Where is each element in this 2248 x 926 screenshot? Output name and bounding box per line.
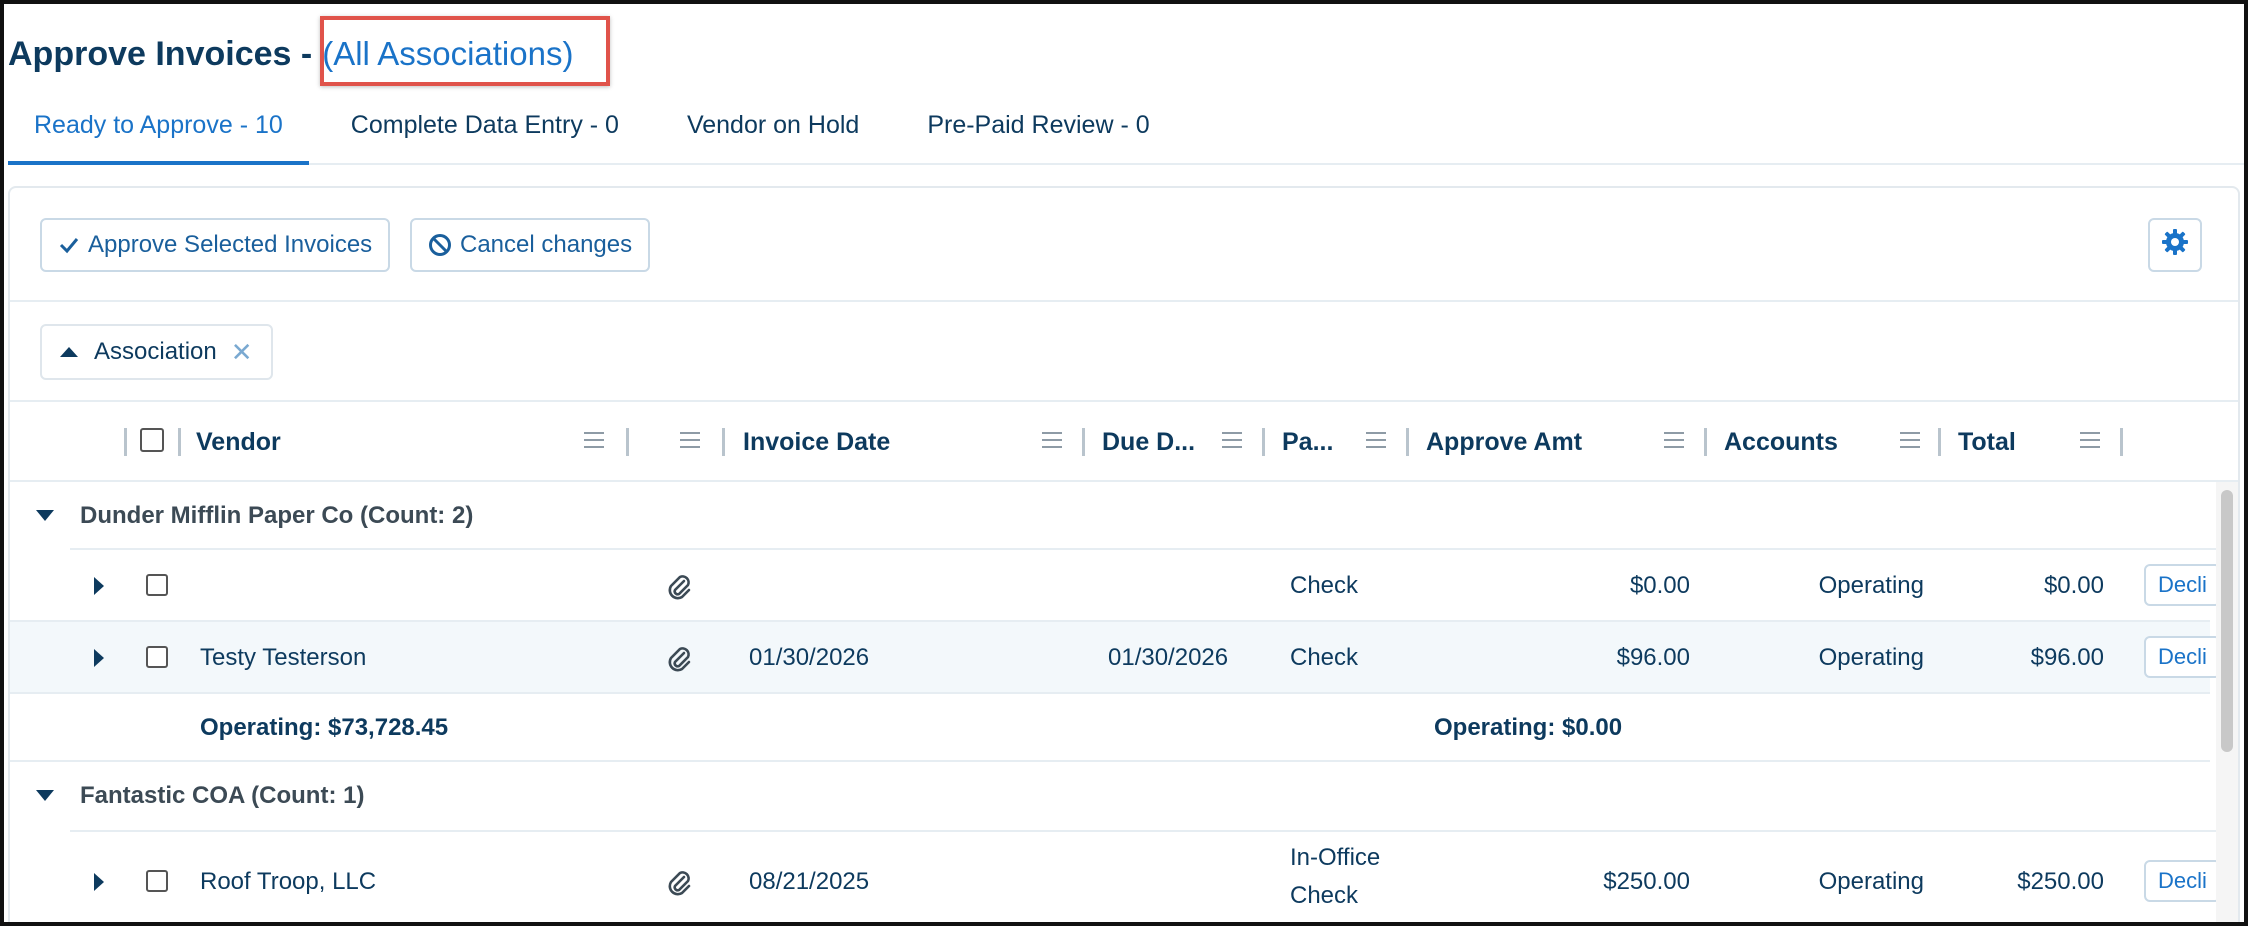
pay-type-cell-line1: In-Office (1290, 844, 1381, 871)
accounts-cell: Operating (1818, 644, 1924, 671)
table-row[interactable]: Check $0.00 Operating $0.00 Decli (10, 550, 2221, 622)
grid-settings-button[interactable] (2148, 218, 2202, 272)
column-separator[interactable] (1082, 428, 1085, 456)
decline-button[interactable]: Decli (2144, 636, 2221, 678)
toolbar: Approve Selected Invoices Cancel changes (10, 188, 2238, 302)
row-checkbox[interactable] (146, 646, 168, 668)
approve-selected-button[interactable]: Approve Selected Invoices (40, 218, 391, 272)
column-header-accounts[interactable]: Accounts (1724, 402, 1838, 482)
decline-button[interactable]: Decli (2144, 860, 2221, 902)
app-window: Approve Invoices - (All Associations) Re… (0, 0, 2248, 926)
tab-pre-paid-review[interactable]: Pre-Paid Review - 0 (901, 99, 1175, 165)
column-separator[interactable] (1704, 428, 1707, 456)
vertical-scrollbar[interactable] (2216, 482, 2238, 922)
due-date-cell: 01/30/2026 (1108, 644, 1229, 671)
tab-bar: Ready to Approve - 10 Complete Data Entr… (8, 99, 2244, 165)
pay-type-cell: Check (1290, 572, 1359, 599)
group-by-bar: Association ✕ (10, 302, 2238, 402)
remove-group-icon[interactable]: ✕ (231, 337, 253, 368)
cancel-changes-label: Cancel changes (460, 231, 633, 258)
group-row[interactable]: Fantastic COA (Count: 1) (10, 762, 2210, 830)
attachment-icon[interactable] (664, 868, 694, 898)
column-header-vendor[interactable]: Vendor (196, 402, 281, 482)
group-title: Dunder Mifflin Paper Co (Count: 2) (80, 502, 474, 529)
prohibited-icon (428, 233, 452, 257)
attachment-icon[interactable] (664, 644, 694, 674)
vendor-cell: Testy Testerson (200, 644, 367, 671)
column-menu-icon[interactable] (584, 432, 604, 450)
column-separator[interactable] (178, 428, 181, 456)
tab-complete-data-entry[interactable]: Complete Data Entry - 0 (325, 99, 645, 165)
group-summary-row: Operating: $73,728.45 Operating: $0.00 (10, 694, 2210, 762)
column-separator[interactable] (124, 428, 127, 456)
accounts-cell: Operating (1818, 868, 1924, 895)
checkmark-icon (58, 234, 80, 256)
group-row[interactable]: Dunder Mifflin Paper Co (Count: 2) (10, 482, 2210, 550)
row-checkbox[interactable] (146, 574, 168, 596)
grid-header: Vendor Invoice Date Due D... Pa... Appro… (10, 402, 2238, 482)
approve-amt-cell: $96.00 (1616, 644, 1690, 671)
summary-right: Operating: $0.00 (1434, 714, 1623, 741)
column-separator[interactable] (1406, 428, 1409, 456)
column-separator[interactable] (722, 428, 725, 456)
decline-button[interactable]: Decli (2144, 564, 2221, 606)
column-header-approve-amt[interactable]: Approve Amt (1426, 402, 1582, 482)
expand-row-icon[interactable] (94, 577, 104, 595)
row-checkbox[interactable] (146, 870, 168, 892)
sort-ascending-icon (60, 347, 78, 357)
column-separator[interactable] (1262, 428, 1265, 456)
column-menu-icon[interactable] (1900, 432, 1920, 450)
page-title-text: Approve Invoices - (8, 34, 313, 73)
total-cell: $250.00 (2017, 868, 2104, 895)
column-menu-icon[interactable] (680, 432, 700, 450)
table-row[interactable]: Testy Testerson 01/30/2026 01/30/2026 Ch… (10, 622, 2221, 694)
cancel-changes-button[interactable]: Cancel changes (410, 218, 651, 272)
invoice-date-cell: 08/21/2025 (749, 868, 870, 895)
column-separator[interactable] (2120, 428, 2123, 456)
column-menu-icon[interactable] (2080, 432, 2100, 450)
expand-row-icon[interactable] (94, 649, 104, 667)
approve-amt-cell: $250.00 (1603, 868, 1690, 895)
invoice-grid-panel: Approve Selected Invoices Cancel changes (8, 186, 2240, 922)
invoice-date-cell: 01/30/2026 (749, 644, 870, 671)
tab-ready-to-approve[interactable]: Ready to Approve - 10 (8, 99, 309, 165)
attachment-icon[interactable] (664, 572, 694, 602)
group-chip-label: Association (94, 338, 217, 365)
scrollbar-thumb[interactable] (2221, 490, 2233, 752)
group-title: Fantastic COA (Count: 1) (80, 782, 365, 809)
column-separator[interactable] (1938, 428, 1941, 456)
select-all-checkbox[interactable] (140, 428, 164, 452)
column-menu-icon[interactable] (1042, 432, 1062, 450)
column-menu-icon[interactable] (1366, 432, 1386, 450)
collapse-group-icon[interactable] (36, 510, 54, 521)
column-header-total[interactable]: Total (1958, 402, 2016, 482)
annotation-highlight-box (320, 16, 610, 86)
vendor-cell: Roof Troop, LLC (200, 868, 377, 895)
total-cell: $96.00 (2030, 644, 2104, 671)
collapse-group-icon[interactable] (36, 790, 54, 801)
table-row[interactable]: Roof Troop, LLC 08/21/2025 In-Office Che… (10, 832, 2221, 922)
column-menu-icon[interactable] (1664, 432, 1684, 450)
total-cell: $0.00 (2043, 572, 2104, 599)
pay-type-cell-line2: Check (1290, 882, 1359, 909)
expand-row-icon[interactable] (94, 873, 104, 891)
accounts-cell: Operating (1818, 572, 1924, 599)
column-menu-icon[interactable] (1222, 432, 1242, 450)
summary-left: Operating: $73,728.45 (200, 714, 449, 741)
group-chip-association[interactable]: Association ✕ (40, 324, 273, 380)
pay-type-cell: Check (1290, 644, 1359, 671)
column-header-invoice-date[interactable]: Invoice Date (743, 402, 890, 482)
gear-icon (2161, 228, 2189, 263)
column-header-pay-type[interactable]: Pa... (1282, 402, 1333, 482)
approve-selected-label: Approve Selected Invoices (88, 231, 373, 258)
tab-vendor-on-hold[interactable]: Vendor on Hold (661, 99, 885, 165)
approve-amt-cell: $0.00 (1629, 572, 1690, 599)
column-header-due-date[interactable]: Due D... (1102, 402, 1195, 482)
column-separator[interactable] (626, 428, 629, 456)
